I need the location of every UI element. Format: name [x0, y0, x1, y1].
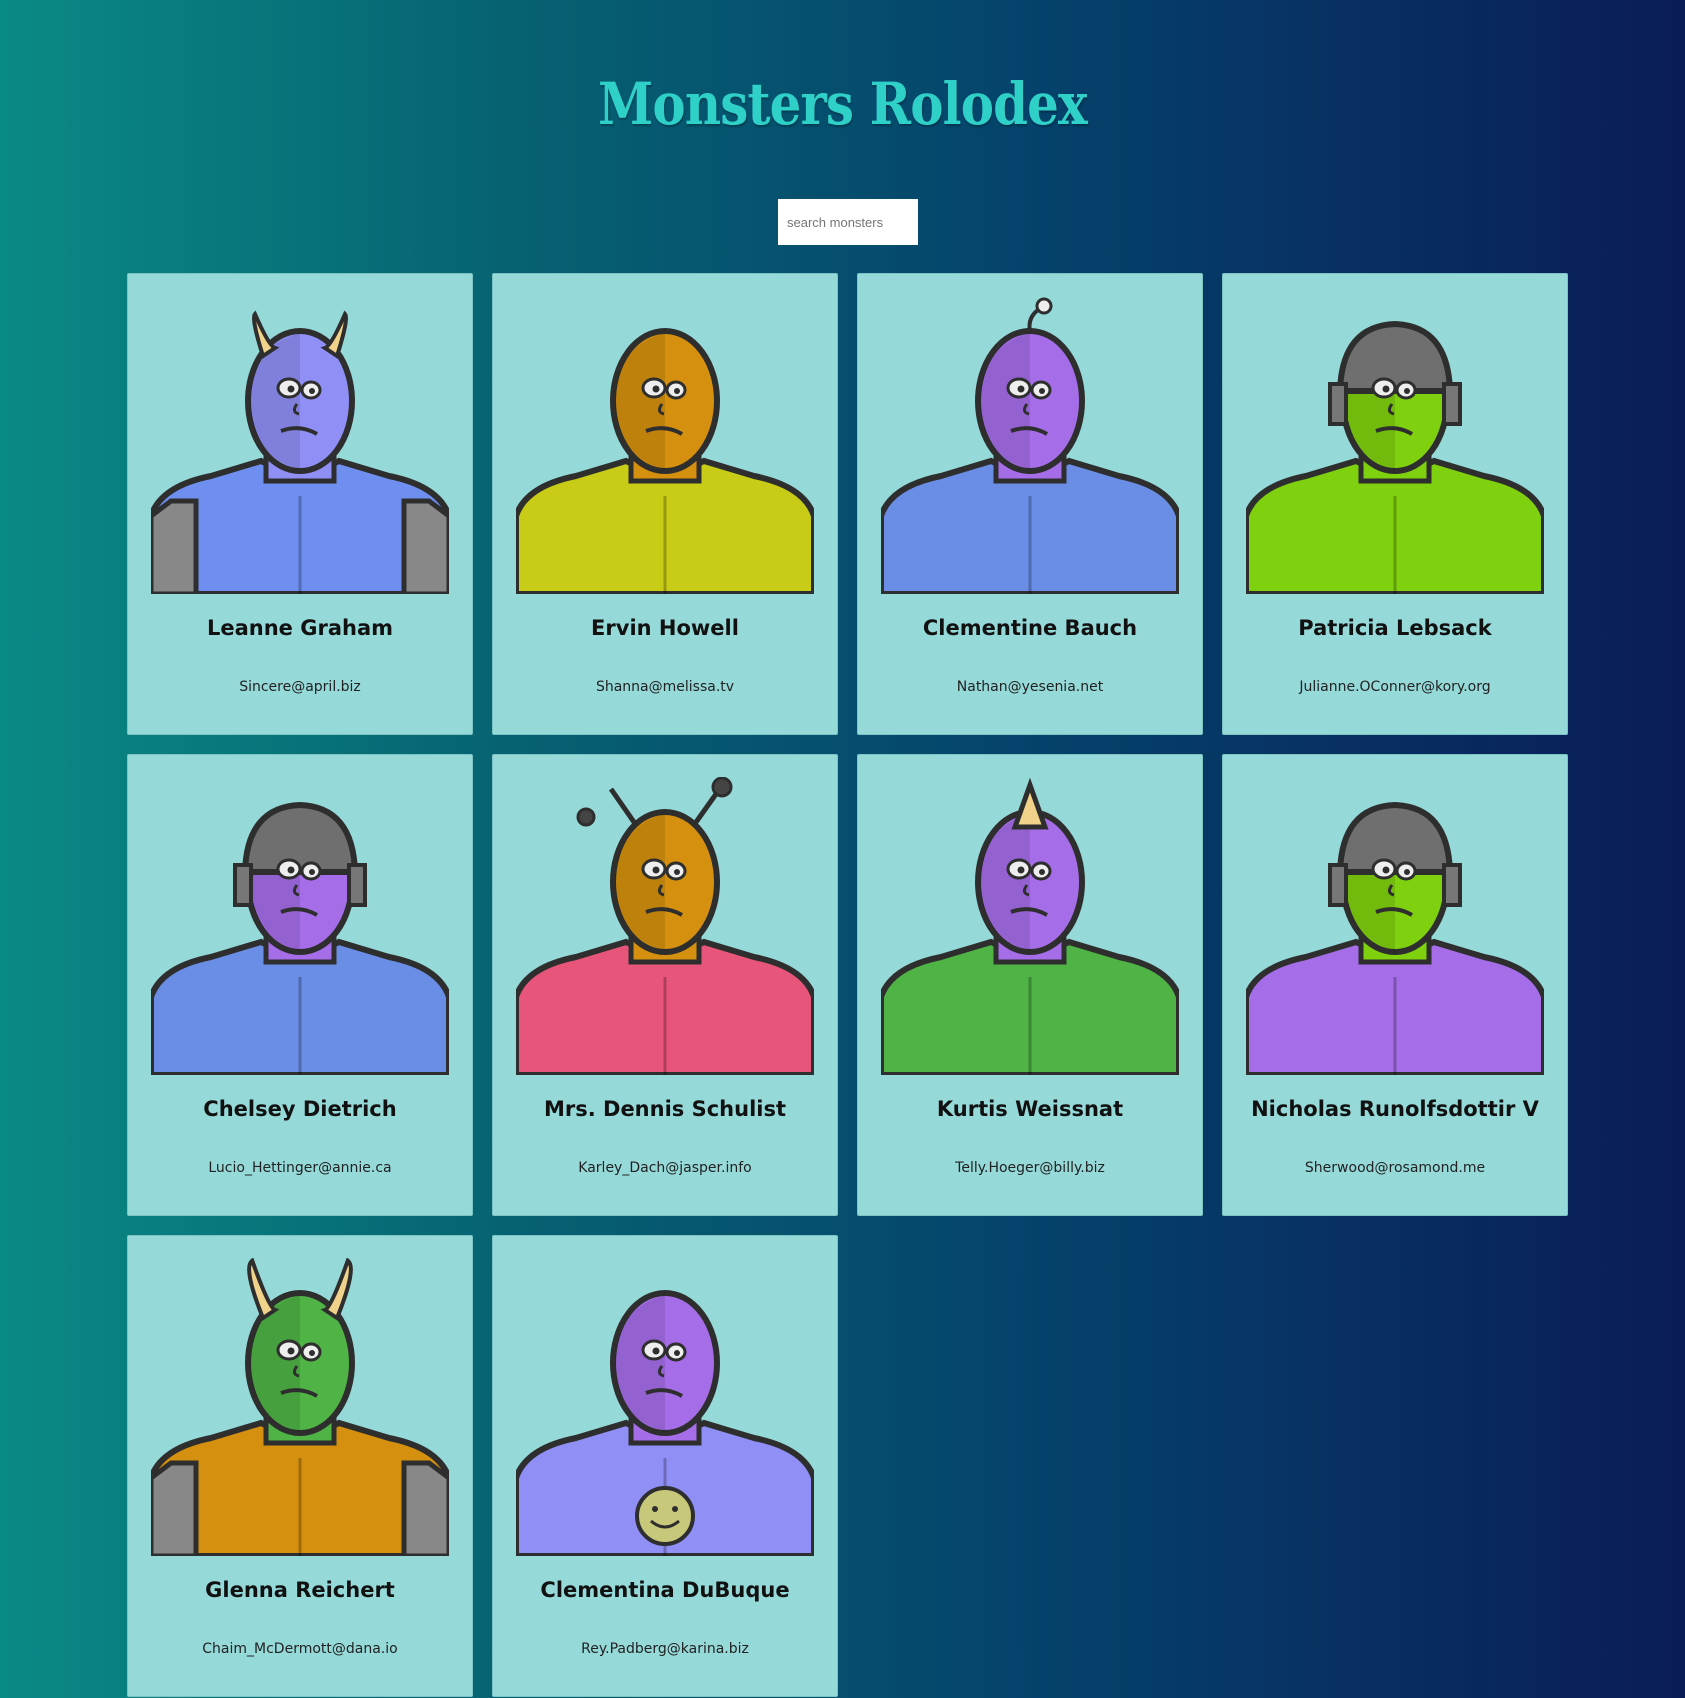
monster-email: Sherwood@rosamond.me: [1304, 1160, 1486, 1176]
card-list: Leanne Graham Sincere@april.biz Ervin Howe…: [127, 273, 1569, 1697]
monster-avatar: [516, 1258, 814, 1556]
monster-name: Mrs. Dennis Schulist: [543, 1097, 787, 1121]
monster-name: Clementina DuBuque: [540, 1578, 790, 1602]
monster-avatar: [1246, 777, 1544, 1075]
monster-card[interactable]: Mrs. Dennis Schulist Karley_Dach@jasper.i…: [492, 754, 838, 1216]
monster-email: Shanna@melissa.tv: [595, 679, 735, 695]
monster-name: Nicholas Runolfsdottir V: [1251, 1097, 1539, 1121]
monster-card[interactable]: Clementine Bauch Nathan@yesenia.net: [857, 273, 1203, 735]
monster-email: Julianne.OConner@kory.org: [1299, 679, 1491, 695]
monster-card[interactable]: Leanne Graham Sincere@april.biz: [127, 273, 473, 735]
monster-email: Sincere@april.biz: [239, 679, 361, 695]
monster-card[interactable]: Patricia Lebsack Julianne.OConner@kory.or…: [1222, 273, 1568, 735]
monster-card[interactable]: Clementina DuBuque Rey.Padberg@karina.biz: [492, 1235, 838, 1697]
monster-name: Leanne Graham: [206, 616, 394, 640]
monster-name: Clementine Bauch: [922, 616, 1138, 640]
monster-name: Chelsey Dietrich: [203, 1097, 397, 1121]
monster-card[interactable]: Chelsey Dietrich Lucio_Hettinger@annie.ca: [127, 754, 473, 1216]
monster-email: Chaim_McDermott@dana.io: [202, 1641, 398, 1657]
monster-email: Nathan@yesenia.net: [956, 679, 1104, 695]
monster-email: Telly.Hoeger@billy.biz: [955, 1160, 1105, 1176]
monster-avatar: [516, 296, 814, 594]
search-input[interactable]: [778, 199, 918, 245]
monster-email: Rey.Padberg@karina.biz: [581, 1641, 749, 1657]
monster-avatar: [151, 296, 449, 594]
monster-avatar: [1246, 296, 1544, 594]
monster-avatar: [151, 777, 449, 1075]
monster-name: Ervin Howell: [591, 616, 739, 640]
monster-card[interactable]: Kurtis Weissnat Telly.Hoeger@billy.biz: [857, 754, 1203, 1216]
monster-name: Glenna Reichert: [205, 1578, 395, 1602]
monster-email: Lucio_Hettinger@annie.ca: [208, 1160, 392, 1176]
page-title: Monsters Rolodex: [598, 70, 1088, 138]
monster-avatar: [881, 296, 1179, 594]
monster-email: Karley_Dach@jasper.info: [578, 1160, 752, 1176]
monster-card[interactable]: Nicholas Runolfsdottir V Sherwood@rosamon…: [1222, 754, 1568, 1216]
monster-card[interactable]: Glenna Reichert Chaim_McDermott@dana.io: [127, 1235, 473, 1697]
monster-name: Kurtis Weissnat: [936, 1097, 1124, 1121]
monster-avatar: [516, 777, 814, 1075]
monster-avatar: [151, 1258, 449, 1556]
monster-card[interactable]: Ervin Howell Shanna@melissa.tv: [492, 273, 838, 735]
monster-avatar: [881, 777, 1179, 1075]
monster-name: Patricia Lebsack: [1298, 616, 1492, 640]
